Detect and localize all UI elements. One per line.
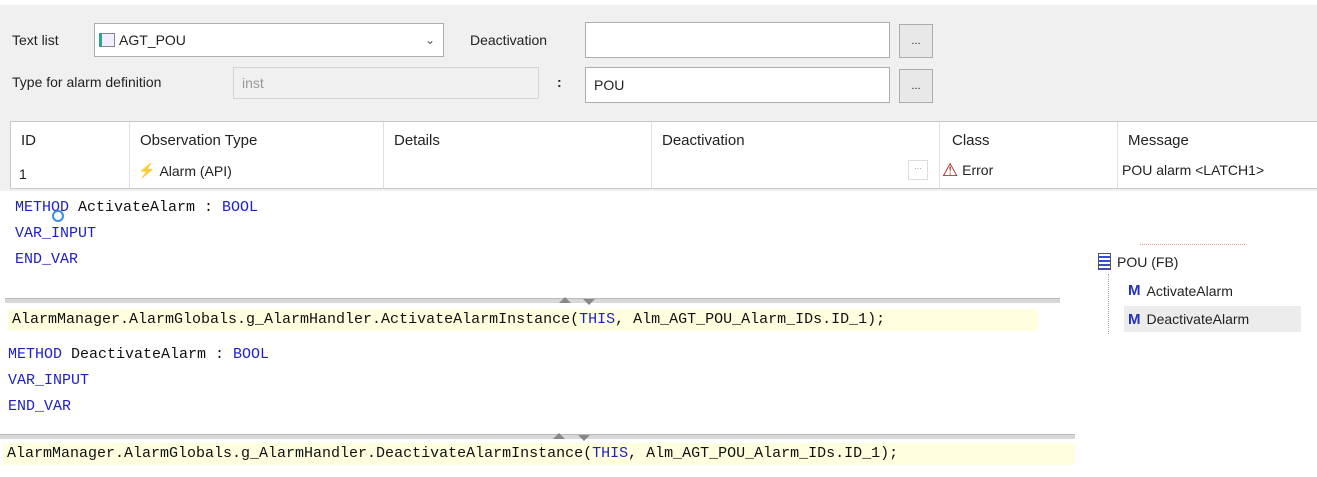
- cell-deactivation-browse-button[interactable]: ...: [908, 160, 928, 180]
- keyword-this: THIS: [579, 311, 616, 328]
- column-deactivation: Deactivation ...: [651, 122, 939, 188]
- header-details[interactable]: Details: [394, 132, 440, 149]
- header-message[interactable]: Message: [1128, 132, 1189, 149]
- method1-var-input[interactable]: VAR_INPUT: [15, 225, 96, 242]
- method2-implementation[interactable]: AlarmManager.AlarmGlobals.g_AlarmHandler…: [3, 443, 1075, 465]
- column-class: Class ⚠ Error: [939, 122, 1117, 188]
- splitter-down-icon[interactable]: [583, 299, 595, 305]
- method2-splitter[interactable]: [0, 434, 1075, 439]
- deactivation-label: Deactivation: [470, 32, 548, 48]
- lightning-icon: ⚡: [138, 162, 156, 178]
- cell-message[interactable]: POU alarm <LATCH1>: [1122, 162, 1264, 178]
- cell-observation-type[interactable]: ⚡ Alarm (API): [138, 162, 232, 179]
- tree-item-activate-alarm[interactable]: M ActivateAlarm: [1128, 282, 1233, 299]
- header-id[interactable]: ID: [21, 132, 36, 149]
- method1-splitter[interactable]: [5, 298, 1060, 303]
- column-details: Details: [383, 122, 651, 188]
- return-type: BOOL: [233, 346, 270, 363]
- splitter-up-icon[interactable]: [559, 297, 571, 303]
- pou-browse-button[interactable]: ...: [899, 69, 933, 103]
- column-observation-type: Observation Type ⚡ Alarm (API): [129, 122, 383, 188]
- chevron-down-icon: ⌄: [424, 33, 435, 47]
- impl-call: AlarmManager.AlarmGlobals.g_AlarmHandler…: [7, 445, 593, 462]
- pou-input[interactable]: POU: [585, 67, 890, 103]
- observation-type-text: Alarm (API): [159, 162, 232, 179]
- type-input: inst: [233, 67, 539, 99]
- colon-separator: :: [557, 74, 562, 90]
- type-label: Type for alarm definition: [12, 74, 162, 90]
- method2-end-var[interactable]: END_VAR: [8, 398, 71, 415]
- text-list-dropdown[interactable]: AGT_POU ⌄: [94, 23, 444, 57]
- text-list-label: Text list: [12, 32, 59, 48]
- splitter-down-icon[interactable]: [578, 435, 590, 441]
- tree-item-deactivate-alarm[interactable]: M DeactivateAlarm: [1124, 306, 1301, 332]
- tree-root-label: POU (FB): [1117, 253, 1179, 270]
- method2-declaration[interactable]: METHOD DeactivateAlarm : BOOL: [8, 346, 269, 363]
- splitter-up-icon[interactable]: [553, 433, 565, 439]
- impl-call: AlarmManager.AlarmGlobals.g_AlarmHandler…: [12, 311, 580, 328]
- tree-child-label: ActivateAlarm: [1146, 282, 1233, 299]
- method-icon: M: [1128, 310, 1141, 328]
- method-name: ActivateAlarm :: [69, 199, 223, 216]
- header-deactivation[interactable]: Deactivation: [662, 132, 745, 149]
- alarm-table: ID 1 Observation Type ⚡ Alarm (API) Detai…: [10, 121, 1317, 189]
- text-list-icon: [99, 33, 115, 47]
- keyword-this: THIS: [592, 445, 629, 462]
- pou-document-icon: [1098, 253, 1111, 270]
- tree-drop-indicator: [1140, 244, 1245, 245]
- header-observation-type[interactable]: Observation Type: [140, 132, 257, 149]
- cell-id[interactable]: 1: [19, 166, 27, 182]
- method-name: DeactivateAlarm :: [62, 346, 234, 363]
- return-type: BOOL: [222, 199, 259, 216]
- deactivation-input[interactable]: [585, 22, 890, 58]
- class-text: Error: [962, 162, 994, 178]
- error-warning-icon: ⚠: [942, 160, 959, 180]
- cursor-indicator-icon: [52, 210, 64, 222]
- header-class[interactable]: Class: [952, 132, 990, 149]
- text-list-value: AGT_POU: [119, 32, 186, 48]
- method-icon: M: [1128, 282, 1141, 299]
- tree-child-label: DeactivateAlarm: [1146, 311, 1250, 327]
- tree-item-pou[interactable]: POU (FB): [1098, 253, 1178, 270]
- column-message: Message POU alarm <LATCH1>: [1117, 122, 1317, 188]
- impl-args: , Alm_AGT_POU_Alarm_IDs.ID_1);: [615, 311, 886, 328]
- method1-implementation[interactable]: AlarmManager.AlarmGlobals.g_AlarmHandler…: [8, 309, 1038, 331]
- impl-args: , Alm_AGT_POU_Alarm_IDs.ID_1);: [628, 445, 899, 462]
- deactivation-browse-button[interactable]: ...: [899, 24, 933, 58]
- method2-var-input[interactable]: VAR_INPUT: [8, 372, 89, 389]
- tree-line: [1108, 274, 1109, 334]
- column-id: ID 1: [11, 122, 129, 188]
- cell-class[interactable]: ⚠ Error: [942, 160, 994, 180]
- keyword-method: METHOD: [8, 346, 63, 363]
- method1-end-var[interactable]: END_VAR: [15, 251, 78, 268]
